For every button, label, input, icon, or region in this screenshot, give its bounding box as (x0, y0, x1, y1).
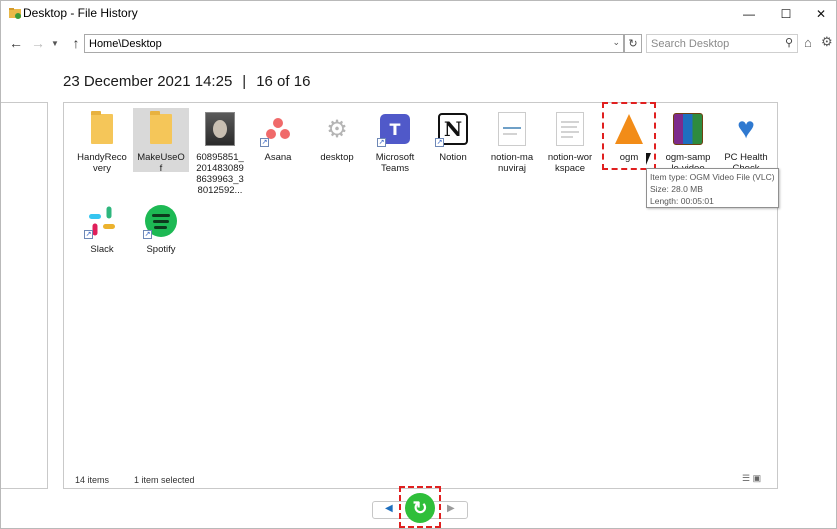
list-item-microsoft-teams[interactable]: T ↗ Microsoft Teams (367, 111, 423, 174)
item-count: 14 items (75, 475, 110, 485)
item-label: 60895851_ 201483089 8639963_3 8012592... (196, 152, 244, 196)
file-view-panel: HandyReco very MakeUseO f 60895851_ 2014830… (63, 102, 778, 489)
item-label: Slack (90, 244, 114, 255)
next-version-icon[interactable]: ▶ (447, 503, 455, 514)
list-item-notion-manuviraj[interactable]: notion-ma nuviraj (484, 111, 540, 174)
search-icon[interactable]: ⚲ (785, 36, 793, 49)
backup-date: 23 December 2021 14:25 (63, 73, 233, 90)
details-view-icon[interactable]: ☰ (742, 473, 750, 483)
slack-icon: ↗ (84, 203, 120, 239)
header-separator: | (242, 73, 247, 90)
tooltip-length: Length: 00:05:01 (650, 196, 714, 206)
notion-icon: N ↗ (435, 111, 471, 147)
item-label: HandyReco very (77, 152, 127, 174)
up-arrow-icon[interactable]: ↑ (67, 34, 85, 52)
shortcut-arrow-icon: ↗ (435, 138, 444, 147)
list-item-notion[interactable]: N ↗ Notion (425, 111, 481, 163)
folder-icon (143, 111, 179, 147)
item-label: Notion (439, 152, 467, 163)
title-bar: Desktop - File History — ☐ ✕ (1, 1, 836, 27)
list-item-handyrecovery[interactable]: HandyReco very (74, 111, 130, 174)
back-arrow-icon[interactable]: ← (7, 34, 25, 52)
mouse-cursor-icon (646, 153, 651, 165)
list-item-asana[interactable]: ↗ Asana (250, 111, 306, 163)
list-item-desktop[interactable]: ⚙ desktop (309, 111, 365, 163)
selection-count: 1 item selected (134, 475, 195, 485)
folder-icon (84, 111, 120, 147)
item-label: Spotify (146, 244, 176, 255)
winrar-archive-icon (670, 111, 706, 147)
asana-icon: ↗ (260, 111, 296, 147)
tooltip-item-type: Item type: OGM Video File (VLC) (650, 172, 775, 182)
image-thumbnail-icon (202, 111, 238, 147)
window-title: Desktop - File History (23, 6, 138, 20)
search-input[interactable]: Search Desktop ⚲ (646, 34, 798, 53)
previous-version-panel[interactable] (1, 102, 48, 489)
maximize-button[interactable]: ☐ (766, 1, 806, 27)
backup-position: 16 of 16 (256, 73, 311, 90)
item-tooltip: Item type: OGM Video File (VLC) Size: 28… (646, 168, 779, 208)
list-item-notion-workspace[interactable]: notion-wor kspace (542, 111, 598, 174)
file-history-app-icon (8, 6, 22, 20)
pc-health-heart-icon: ♥ (737, 112, 755, 145)
item-label: Asana (264, 152, 292, 163)
close-button[interactable]: ✕ (801, 1, 837, 27)
recent-locations-chevron-icon[interactable]: ▼ (46, 34, 64, 52)
document-icon (552, 111, 588, 147)
item-label: desktop (320, 152, 354, 163)
view-mode-icons: ☰ ▣ (742, 473, 761, 484)
home-icon[interactable]: ⌂ (804, 35, 812, 50)
shortcut-arrow-icon: ↗ (84, 230, 93, 239)
address-bar[interactable]: Home\Desktop ⌄ (84, 34, 624, 53)
address-dropdown-chevron-icon[interactable]: ⌄ (612, 37, 620, 48)
list-item-photo[interactable]: 60895851_ 201483089 8639963_3 8012592... (192, 111, 248, 196)
previous-version-icon[interactable]: ◀ (385, 503, 393, 514)
document-icon (494, 111, 530, 147)
item-label: notion-ma nuviraj (490, 152, 534, 174)
gear-icon[interactable]: ⚙ (821, 34, 833, 50)
shortcut-arrow-icon: ↗ (260, 138, 269, 147)
refresh-icon[interactable]: ↻ (624, 34, 642, 53)
shortcut-arrow-icon: ↗ (377, 138, 386, 147)
list-item-spotify[interactable]: ↗ Spotify (133, 203, 189, 255)
item-label: notion-wor kspace (547, 152, 593, 174)
teams-icon: T ↗ (377, 111, 413, 147)
backup-date-header: 23 December 2021 14:25 | 16 of 16 (63, 73, 310, 90)
list-item-makeuseof[interactable]: MakeUseO f (133, 108, 189, 174)
file-history-window: Desktop - File History — ☐ ✕ ← → ▼ ↑ Hom… (0, 0, 837, 529)
settings-file-icon: ⚙ (326, 115, 348, 143)
item-label: Microsoft Teams (375, 152, 415, 174)
minimize-button[interactable]: — (729, 1, 769, 27)
list-item-ogm-sample-video[interactable]: ogm-sample-video (660, 111, 716, 174)
item-label: MakeUseO f (137, 152, 185, 174)
large-icons-view-icon[interactable]: ▣ (753, 473, 762, 483)
list-item-pc-health-check[interactable]: ♥ PC HealthCheck (718, 111, 774, 175)
status-bar: 14 items 1 item selected (75, 475, 195, 485)
highlight-box-restore (399, 486, 441, 528)
shortcut-arrow-icon: ↗ (143, 230, 152, 239)
spotify-icon: ↗ (143, 203, 179, 239)
forward-arrow-icon[interactable]: → (29, 34, 47, 52)
navigation-toolbar: ← → ▼ ↑ Home\Desktop ⌄ ↻ Search Desktop … (1, 31, 836, 57)
tooltip-size: Size: 28.0 MB (650, 184, 703, 194)
list-item-slack[interactable]: ↗ Slack (74, 203, 130, 255)
address-path: Home\Desktop (89, 37, 162, 50)
search-placeholder: Search Desktop (651, 37, 730, 50)
